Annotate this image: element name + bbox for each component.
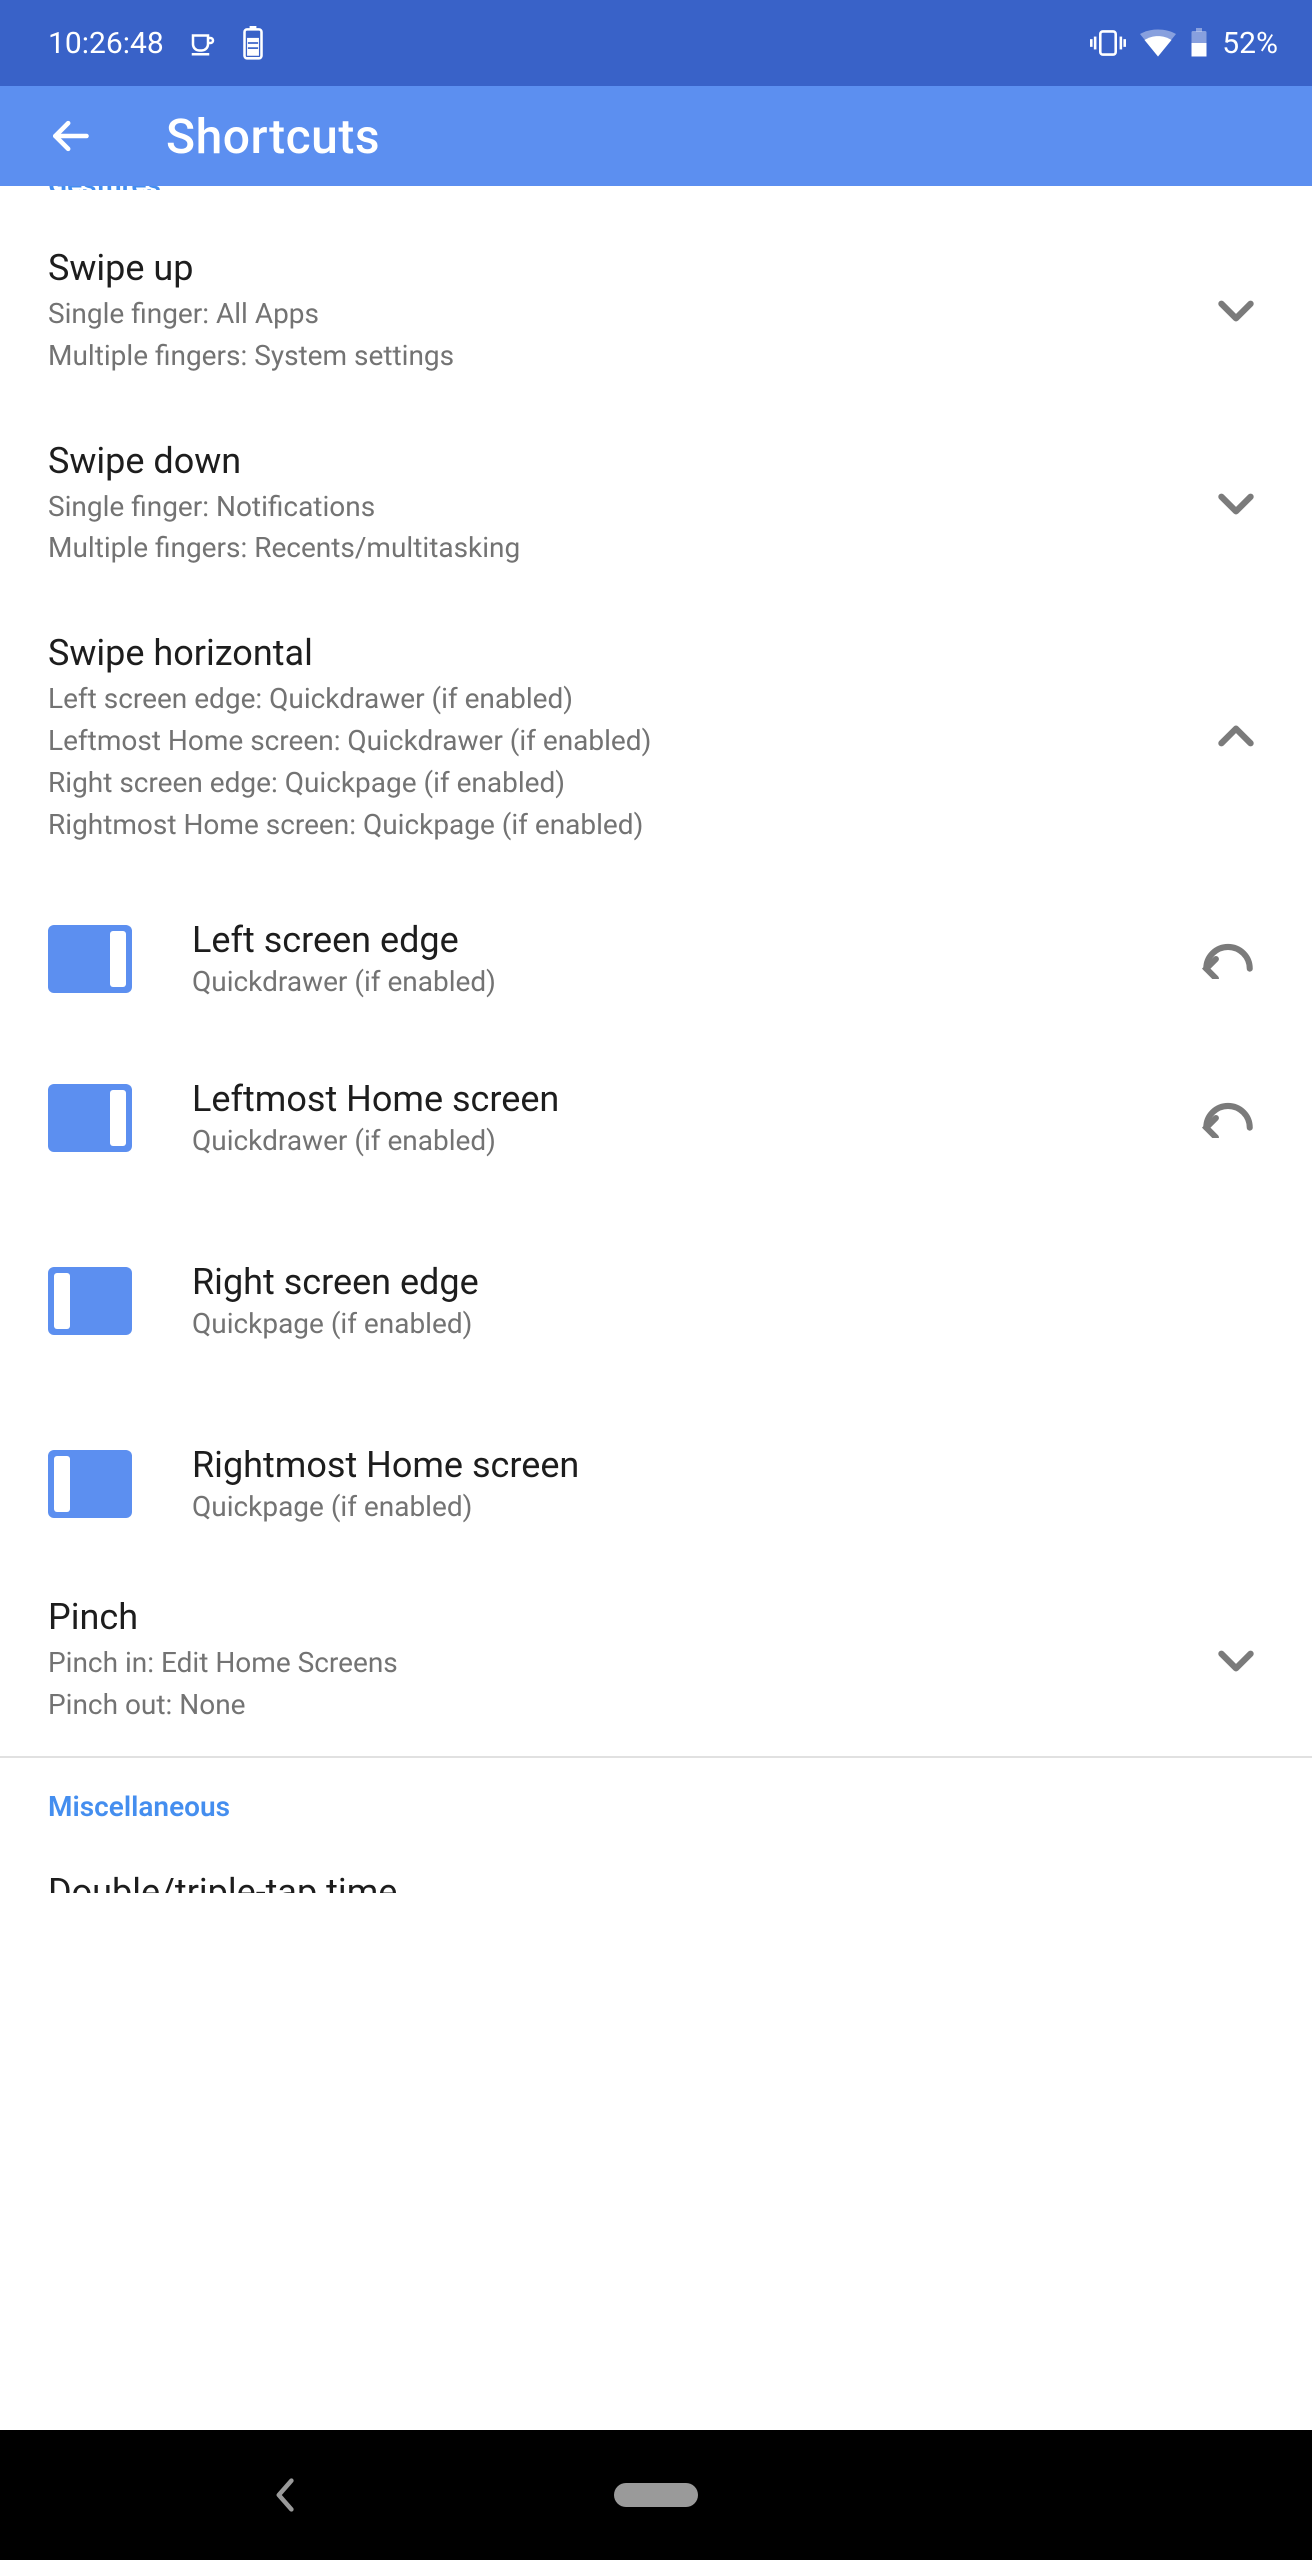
vibrate-icon <box>1090 28 1126 58</box>
subrow-sub: Quickpage (if enabled) <box>192 1490 1132 1523</box>
subrow-title: Left screen edge <box>192 919 1132 961</box>
row-sub: Multiple fingers: Recents/multitasking <box>48 529 1208 567</box>
subrow-title: Rightmost Home screen <box>192 1444 1132 1486</box>
row-sub: Right screen edge: Quickpage (if enabled… <box>48 764 1208 802</box>
row-title: Swipe up <box>48 246 1208 291</box>
row-title: Double/triple-tap time <box>48 1871 397 1893</box>
battery-percent: 52% <box>1222 26 1278 61</box>
subrow-rightmost-home-screen[interactable]: Rightmost Home screen Quickpage (if enab… <box>0 1392 1312 1563</box>
toggle-left-edge[interactable] <box>48 925 132 993</box>
chevron-down-icon[interactable] <box>1208 475 1264 531</box>
battery-status-icon <box>242 26 264 60</box>
subrow-title: Right screen edge <box>192 1261 1132 1303</box>
undo-icon[interactable] <box>1192 939 1264 979</box>
row-pinch[interactable]: Pinch Pinch in: Edit Home Screens Pinch … <box>0 1563 1312 1756</box>
chevron-up-icon[interactable] <box>1208 709 1264 765</box>
row-swipe-horizontal[interactable]: Swipe horizontal Left screen edge: Quick… <box>0 599 1312 875</box>
subrow-title: Leftmost Home screen <box>192 1078 1132 1120</box>
row-title: Swipe horizontal <box>48 631 1208 676</box>
row-sub: Leftmost Home screen: Quickdrawer (if en… <box>48 722 1208 760</box>
subrow-leftmost-home-screen[interactable]: Leftmost Home screen Quickdrawer (if ena… <box>0 1026 1312 1209</box>
row-sub: Left screen edge: Quickdrawer (if enable… <box>48 680 1208 718</box>
section-header-miscellaneous: Miscellaneous <box>0 1758 1312 1831</box>
battery-icon <box>1190 28 1208 58</box>
status-bar-right: 52% <box>1090 26 1278 61</box>
subrow-right-screen-edge[interactable]: Right screen edge Quickpage (if enabled) <box>0 1209 1312 1392</box>
status-time: 10:26:48 <box>48 26 164 61</box>
toggle-leftmost-home[interactable] <box>48 1084 132 1152</box>
navigation-bar <box>0 2430 1312 2560</box>
chevron-down-icon[interactable] <box>1208 282 1264 338</box>
subrow-sub: Quickdrawer (if enabled) <box>192 1124 1132 1157</box>
row-sub: Single finger: All Apps <box>48 295 1208 333</box>
row-title: Swipe down <box>48 439 1208 484</box>
subrow-left-screen-edge[interactable]: Left screen edge Quickdrawer (if enabled… <box>0 875 1312 1026</box>
row-sub: Pinch in: Edit Home Screens <box>48 1644 1208 1682</box>
nav-home-pill[interactable] <box>614 2483 698 2507</box>
wifi-icon <box>1140 29 1176 57</box>
subrow-sub: Quickpage (if enabled) <box>192 1307 1132 1340</box>
subrow-sub: Quickdrawer (if enabled) <box>192 965 1132 998</box>
chevron-down-icon[interactable] <box>1208 1632 1264 1688</box>
content-scroll[interactable]: Gestures Swipe up Single finger: All App… <box>0 186 1312 2430</box>
status-bar-left: 10:26:48 <box>48 26 264 61</box>
undo-icon[interactable] <box>1192 1098 1264 1138</box>
coffee-icon <box>188 28 218 58</box>
row-sub: Rightmost Home screen: Quickpage (if ena… <box>48 806 1208 844</box>
status-bar: 10:26:48 <box>0 0 1312 86</box>
row-double-triple-tap[interactable]: Double/triple-tap time <box>0 1831 1312 1893</box>
row-sub: Single finger: Notifications <box>48 488 1208 526</box>
row-sub: Pinch out: None <box>48 1686 1208 1724</box>
app-bar: Shortcuts <box>0 86 1312 186</box>
row-swipe-down[interactable]: Swipe down Single finger: Notifications … <box>0 407 1312 600</box>
toggle-right-edge[interactable] <box>48 1267 132 1335</box>
nav-back-icon[interactable] <box>272 2477 300 2513</box>
row-sub: Multiple fingers: System settings <box>48 337 1208 375</box>
toggle-rightmost-home[interactable] <box>48 1450 132 1518</box>
page-title: Shortcuts <box>166 108 380 165</box>
row-title: Pinch <box>48 1595 1208 1640</box>
back-icon[interactable] <box>48 114 92 158</box>
row-swipe-up[interactable]: Swipe up Single finger: All Apps Multipl… <box>0 190 1312 407</box>
